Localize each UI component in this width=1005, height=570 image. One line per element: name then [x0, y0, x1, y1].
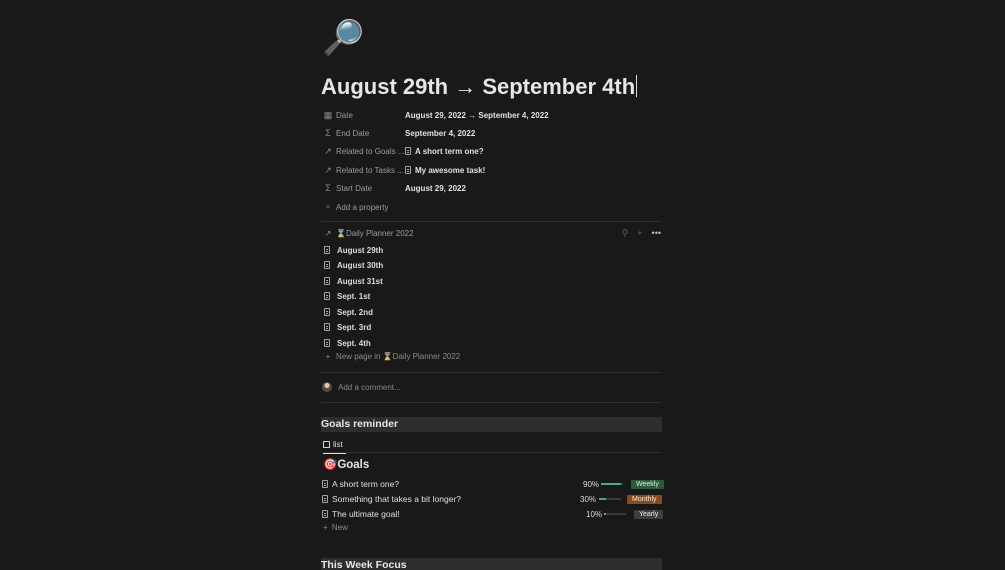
relation-arrow-icon: ↗ — [324, 228, 332, 238]
divider — [321, 372, 662, 373]
goals-database-title[interactable]: 🎯Goals — [323, 457, 369, 471]
goal-timeframe-tag[interactable]: Monthly — [627, 494, 662, 504]
new-page-in-database-button[interactable]: + New page in ⌛Daily Planner 2022 — [323, 352, 461, 361]
page-icon — [322, 495, 328, 503]
goal-row[interactable]: A short term one? 90% Weekly — [322, 477, 664, 491]
divider — [321, 402, 662, 403]
property-name[interactable]: Date — [336, 111, 406, 120]
divider — [321, 221, 662, 222]
property-row[interactable]: Σ Start Date August 29, 2022 — [323, 179, 663, 197]
goal-name[interactable]: The ultimate goal! — [332, 509, 400, 519]
goal-progress-bar — [604, 513, 626, 515]
new-goal-button[interactable]: + New — [323, 523, 348, 532]
linked-database-title[interactable]: ⌛Daily Planner 2022 — [336, 229, 414, 238]
property-name[interactable]: End Date — [336, 129, 406, 138]
property-value[interactable]: A short term one? — [405, 147, 484, 156]
more-options-icon[interactable]: ••• — [652, 228, 661, 239]
formula-icon: Σ — [325, 183, 331, 193]
property-row[interactable]: ↗ Related to Goals ... A short term one? — [323, 142, 663, 160]
page-icon — [324, 292, 330, 300]
property-value[interactable]: September 4, 2022 — [405, 129, 475, 138]
page-icon — [324, 261, 330, 269]
page-icon — [324, 339, 330, 347]
database-page-item[interactable]: August 29th — [324, 243, 383, 257]
formula-icon: Σ — [325, 128, 331, 138]
goals-reminder-heading: Goals reminder — [321, 417, 662, 432]
goal-progress-percent: 30% — [580, 494, 597, 504]
search-icon[interactable]: ⚲ — [622, 228, 629, 239]
database-page-item[interactable]: August 31st — [324, 274, 383, 288]
tab-underline — [321, 452, 662, 453]
goal-progress-bar — [599, 498, 621, 500]
page-icon — [405, 147, 411, 155]
relation-arrow-icon: ↗ — [324, 164, 332, 175]
this-week-focus-heading: This Week Focus — [321, 558, 662, 570]
database-page-item[interactable]: August 30th — [324, 258, 383, 272]
goal-progress-bar — [601, 483, 623, 485]
property-value[interactable]: August 29, 2022 — [405, 184, 466, 193]
add-icon[interactable]: + — [637, 228, 642, 239]
page-icon-emoji[interactable]: 🔎 — [322, 18, 364, 58]
page-icon — [322, 480, 328, 488]
comment-input[interactable]: Add a comment... — [322, 382, 401, 392]
goal-row[interactable]: Something that takes a bit longer? 30% Mon… — [322, 492, 662, 506]
text-cursor — [636, 75, 638, 97]
goal-name[interactable]: A short term one? — [332, 479, 399, 489]
page-icon — [322, 510, 328, 518]
goal-progress-percent: 10% — [586, 509, 603, 519]
goal-timeframe-tag[interactable]: Weekly — [631, 479, 664, 489]
plus-icon: + — [325, 202, 331, 212]
property-name[interactable]: Start Date — [336, 184, 406, 193]
plus-icon: + — [325, 352, 331, 361]
property-row[interactable]: Σ End Date September 4, 2022 — [323, 124, 663, 142]
avatar — [322, 382, 332, 392]
goal-row[interactable]: The ultimate goal! 10% Yearly — [322, 507, 664, 521]
plus-icon: + — [323, 523, 328, 532]
property-name[interactable]: Related to Tasks ... — [336, 166, 406, 175]
add-property-button[interactable]: + Add a property — [323, 198, 663, 216]
database-page-item[interactable]: Sept. 2nd — [324, 305, 373, 319]
database-page-item[interactable]: Sept. 4th — [324, 336, 371, 350]
calendar-icon: ▦ — [323, 109, 333, 120]
list-view-icon — [323, 440, 330, 448]
property-row[interactable]: ↗ Related to Tasks ... My awesome task! — [323, 161, 663, 179]
page-icon — [324, 323, 330, 331]
database-page-item[interactable]: Sept. 3rd — [324, 320, 371, 334]
property-name[interactable]: Related to Goals ... — [336, 147, 406, 156]
page-icon — [324, 277, 330, 285]
property-row[interactable]: ▦ Date August 29, 2022 → September 4, 2022 — [323, 106, 663, 124]
database-page-item[interactable]: Sept. 1st — [324, 289, 370, 303]
page-icon — [405, 166, 411, 174]
page-icon — [324, 308, 330, 316]
goal-progress-percent: 90% — [583, 479, 600, 489]
page-title[interactable]: August 29th → September 4th — [321, 74, 638, 100]
property-value[interactable]: My awesome task! — [405, 166, 485, 175]
relation-arrow-icon: ↗ — [324, 145, 332, 156]
goal-name[interactable]: Something that takes a bit longer? — [332, 494, 461, 504]
goal-timeframe-tag[interactable]: Yearly — [634, 509, 664, 519]
linked-database-header[interactable]: ↗ ⌛Daily Planner 2022 ⚲ + ••• — [323, 226, 661, 240]
property-value[interactable]: August 29, 2022 → September 4, 2022 — [405, 111, 549, 120]
page-icon — [324, 246, 330, 254]
